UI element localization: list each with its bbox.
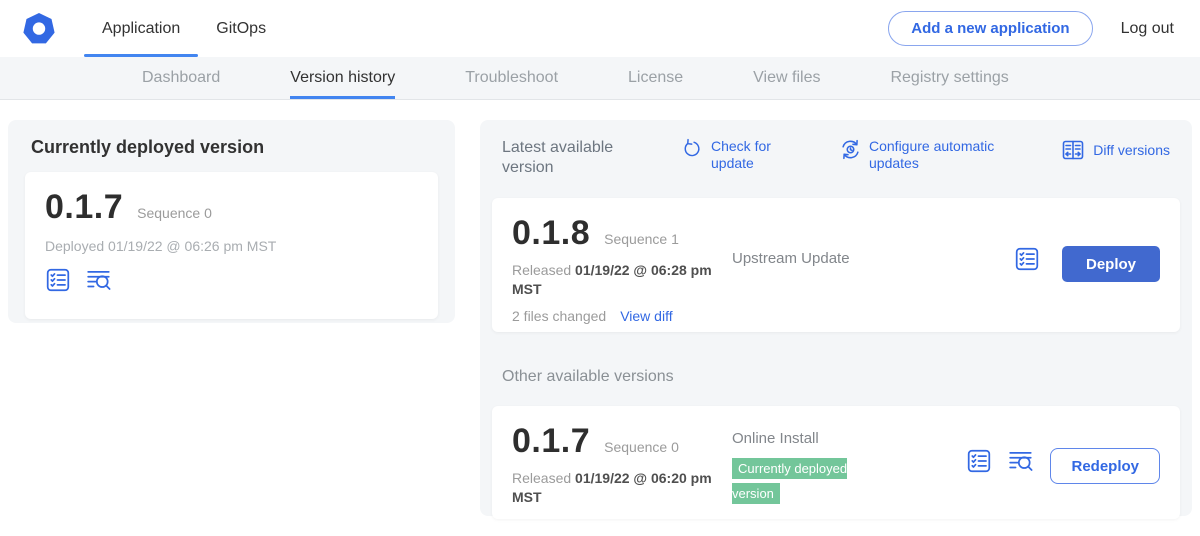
top-nav-application[interactable]: Application bbox=[84, 0, 198, 57]
deployed-file-search-icon[interactable] bbox=[86, 267, 112, 293]
refresh-icon bbox=[682, 138, 704, 160]
other-checklist-icon[interactable] bbox=[966, 448, 992, 474]
tab-view-files-label: View files bbox=[753, 69, 820, 87]
clock-sync-icon bbox=[839, 138, 862, 161]
files-changed-label: 2 files changed bbox=[512, 308, 606, 324]
top-nav-gitops[interactable]: GitOps bbox=[198, 0, 284, 57]
other-file-search-icon[interactable] bbox=[1008, 448, 1034, 474]
tab-registry-settings[interactable]: Registry settings bbox=[890, 57, 1008, 99]
diff-versions-button[interactable]: Diff versions bbox=[1060, 138, 1170, 162]
tab-view-files[interactable]: View files bbox=[753, 57, 820, 99]
latest-available-title: Latest available version bbox=[502, 138, 634, 178]
tab-version-history-label: Version history bbox=[290, 69, 395, 87]
released-prefix: Released bbox=[512, 470, 571, 486]
available-versions-panel: Latest available version Check for updat… bbox=[480, 120, 1192, 516]
latest-sequence-label: Sequence 1 bbox=[604, 231, 679, 247]
view-diff-link[interactable]: View diff bbox=[620, 308, 672, 324]
currently-deployed-panel: Currently deployed version 0.1.7 Sequenc… bbox=[8, 120, 455, 323]
latest-source-label: Upstream Update bbox=[732, 250, 1014, 267]
deployed-timestamp: Deployed 01/19/22 @ 06:26 pm MST bbox=[45, 238, 418, 254]
tab-dashboard-label: Dashboard bbox=[142, 69, 220, 87]
tab-license[interactable]: License bbox=[628, 57, 683, 99]
add-application-button[interactable]: Add a new application bbox=[888, 11, 1092, 46]
other-available-versions-title: Other available versions bbox=[492, 368, 1180, 386]
diff-versions-label: Diff versions bbox=[1093, 142, 1170, 159]
diff-icon bbox=[1060, 138, 1086, 162]
latest-released-line: Released 01/19/22 @ 06:28 pm MST bbox=[512, 261, 720, 299]
tab-version-history[interactable]: Version history bbox=[290, 57, 395, 99]
latest-version-card: 0.1.8 Sequence 1 Released 01/19/22 @ 06:… bbox=[492, 198, 1180, 332]
latest-checklist-icon[interactable] bbox=[1014, 246, 1040, 272]
logout-link[interactable]: Log out bbox=[1121, 20, 1174, 38]
top-nav-gitops-label: GitOps bbox=[216, 20, 266, 38]
top-nav-application-label: Application bbox=[102, 20, 180, 38]
other-version-number: 0.1.7 bbox=[512, 422, 590, 461]
other-released-line: Released 01/19/22 @ 06:20 pm MST bbox=[512, 469, 720, 507]
tab-dashboard[interactable]: Dashboard bbox=[142, 57, 220, 99]
tab-troubleshoot-label: Troubleshoot bbox=[465, 69, 558, 87]
check-for-update-button[interactable]: Check for update bbox=[682, 138, 783, 172]
deployed-version-number: 0.1.7 bbox=[45, 188, 123, 227]
tab-license-label: License bbox=[628, 69, 683, 87]
currently-deployed-badge: Currently deployed version bbox=[732, 458, 847, 504]
deploy-button[interactable]: Deploy bbox=[1062, 246, 1160, 282]
currently-deployed-title: Currently deployed version bbox=[25, 137, 438, 158]
check-for-update-label: Check for update bbox=[711, 138, 783, 172]
tab-registry-settings-label: Registry settings bbox=[890, 69, 1008, 87]
other-source-label: Online Install bbox=[732, 430, 966, 447]
deployed-version-card: 0.1.7 Sequence 0 Deployed 01/19/22 @ 06:… bbox=[25, 172, 438, 319]
top-nav: Application GitOps bbox=[84, 0, 284, 57]
configure-automatic-updates-label: Configure automatic updates bbox=[869, 138, 1019, 172]
latest-version-number: 0.1.8 bbox=[512, 214, 590, 253]
configure-automatic-updates-button[interactable]: Configure automatic updates bbox=[839, 138, 1019, 172]
deployed-sequence-label: Sequence 0 bbox=[137, 205, 212, 221]
tab-troubleshoot[interactable]: Troubleshoot bbox=[465, 57, 558, 99]
other-version-card: 0.1.7 Sequence 0 Released 01/19/22 @ 06:… bbox=[492, 406, 1180, 519]
app-subnav: Dashboard Version history Troubleshoot L… bbox=[0, 57, 1200, 100]
released-prefix: Released bbox=[512, 262, 571, 278]
redeploy-button[interactable]: Redeploy bbox=[1050, 448, 1160, 484]
other-sequence-label: Sequence 0 bbox=[604, 439, 679, 455]
app-logo[interactable] bbox=[22, 12, 56, 46]
top-header: Application GitOps Add a new application… bbox=[0, 0, 1200, 57]
heptagon-logo-icon bbox=[22, 12, 56, 46]
deployed-checklist-icon[interactable] bbox=[45, 267, 71, 293]
